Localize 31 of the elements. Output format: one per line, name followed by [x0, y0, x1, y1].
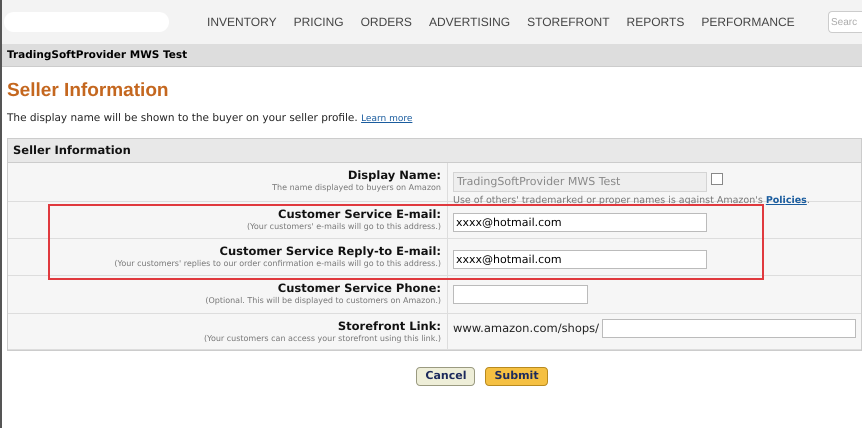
- field-label: Display Name:: [348, 168, 441, 182]
- panel-title: Seller Information: [13, 142, 131, 159]
- nav-tab[interactable]: ORDERS: [360, 13, 412, 31]
- field-label: Storefront Link:: [338, 318, 441, 333]
- field-label: Customer Service Reply-to E-mail:: [220, 244, 441, 258]
- page-heading: Seller Information: [7, 79, 169, 103]
- learn-more-link[interactable]: Learn more: [361, 114, 412, 124]
- nav-tab[interactable]: INVENTORY: [207, 13, 277, 31]
- field-label: Customer Service Phone:: [278, 280, 441, 295]
- intro-text: The display name will be shown to the buyer on your seller profile. Learn more: [7, 111, 412, 126]
- email-field[interactable]: xxxx@hotmail.com: [453, 212, 707, 232]
- nav-tab[interactable]: PRICING: [294, 13, 344, 31]
- phone-field[interactable]: [453, 285, 588, 304]
- storefront-field[interactable]: [602, 318, 856, 338]
- nav-tab[interactable]: REPORTS: [626, 13, 684, 31]
- nav-tab[interactable]: STOREFRONT: [527, 13, 610, 31]
- field-hint: (Optional. This will be displayed to customers on Amazon.): [205, 294, 441, 307]
- account-name: TradingSoftProvider MWS Test: [7, 48, 188, 63]
- field-hint: (Your customers can access your storefront using this link.): [204, 332, 441, 345]
- field-hint: (Your customers' e-mails will go to this address.): [246, 220, 441, 233]
- policy-note: Use of others' trademarked or proper names is against Amazon's Policies.: [453, 194, 810, 208]
- nav-tab[interactable]: PERFORMANCE: [701, 13, 795, 31]
- storefront-prefix: www.amazon.com/shops/: [453, 320, 600, 337]
- field-hint: (Your customers' replies to our order confirmation e-mails will go to this address.): [114, 258, 441, 270]
- field-label: Customer Service E-mail:: [278, 206, 441, 221]
- cancel-button[interactable]: Cancel: [416, 366, 476, 386]
- email-field[interactable]: xxxx@hotmail.com: [453, 250, 707, 269]
- nav-tab[interactable]: ADVERTISING: [428, 13, 510, 31]
- search-field[interactable]: Searc: [828, 11, 862, 33]
- submit-button[interactable]: Submit: [485, 366, 548, 386]
- field-hint: The name displayed to buyers on Amazon: [272, 182, 441, 194]
